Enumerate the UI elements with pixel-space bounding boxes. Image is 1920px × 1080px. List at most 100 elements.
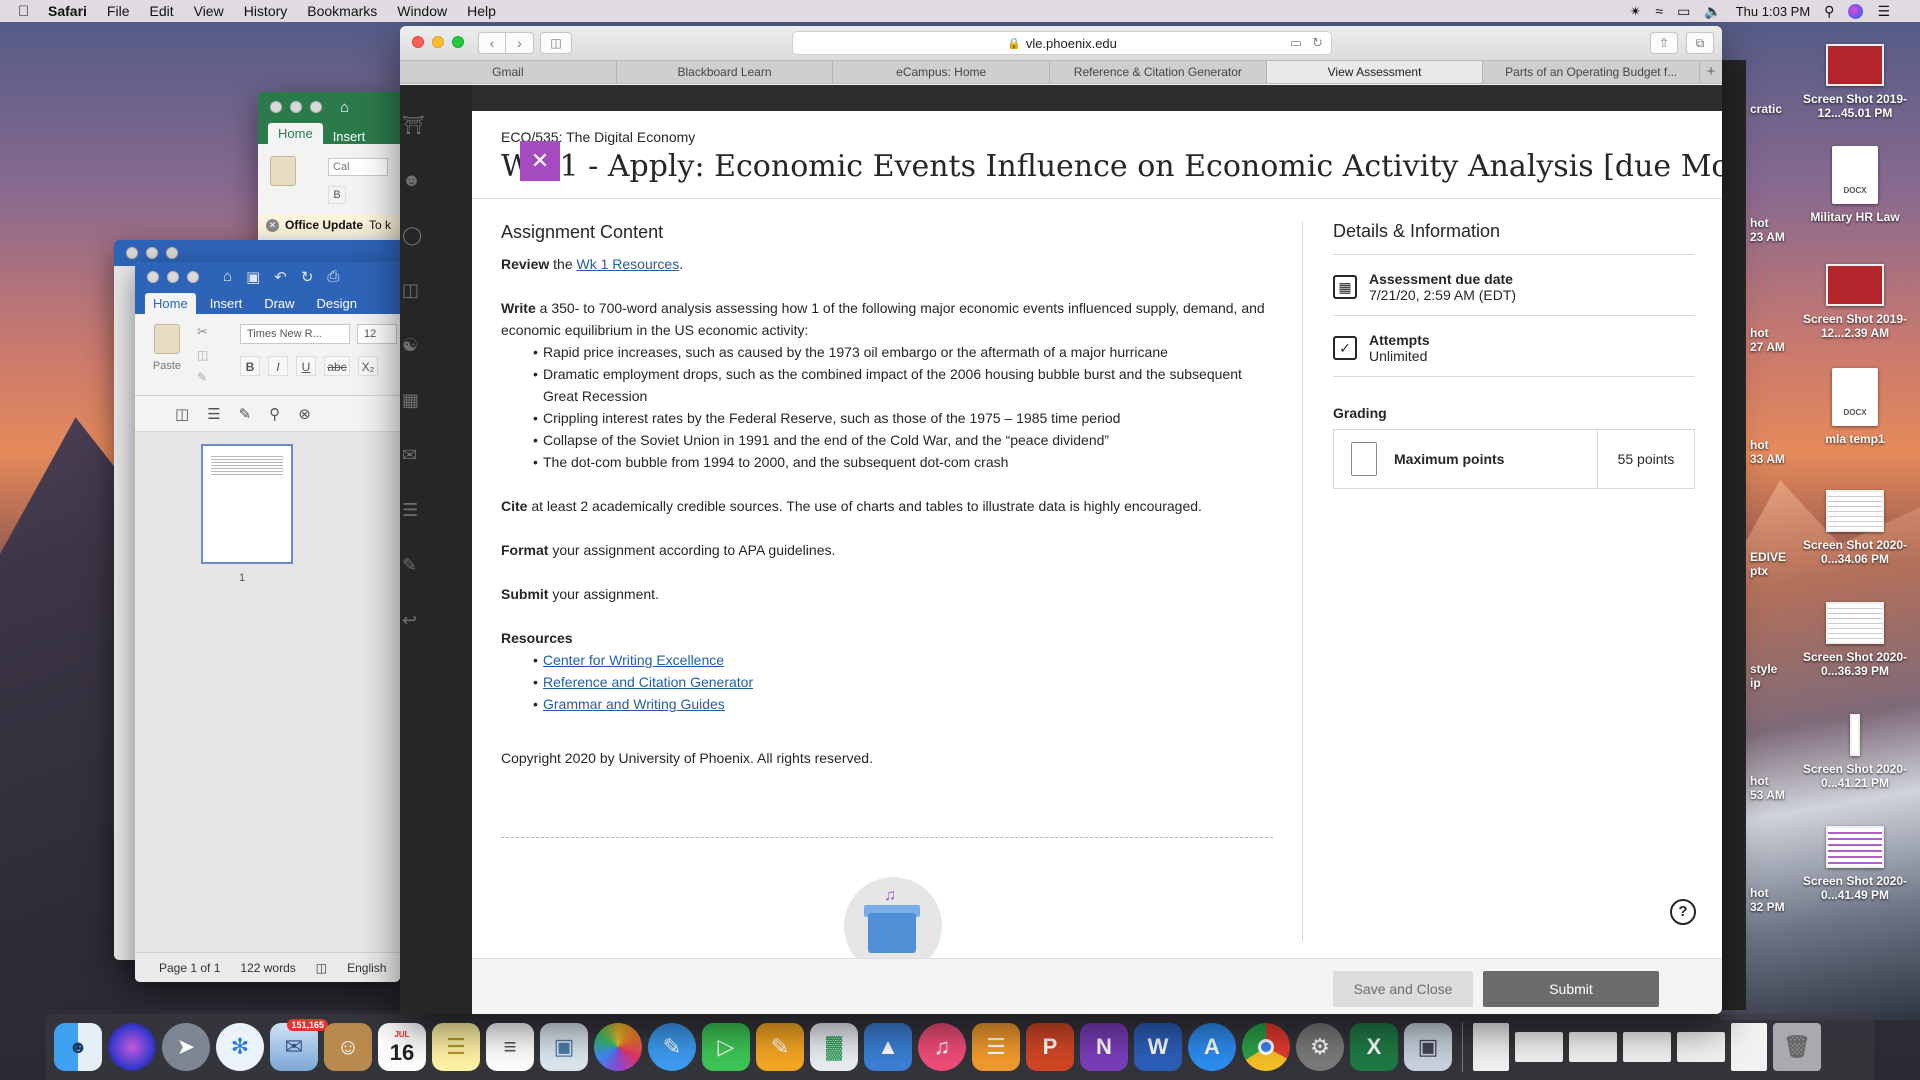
browser-tab[interactable]: Reference & Citation Generator <box>1050 61 1267 83</box>
save-and-close-button[interactable]: Save and Close <box>1333 971 1473 1007</box>
institution-icon[interactable]: ⛩ <box>402 115 425 136</box>
word-window-front[interactable]: ⌂ ▣ ↶ ↻ ⎙ Home Insert Draw Design Paste … <box>135 262 400 982</box>
airplay-icon[interactable]: ▭ <box>1677 3 1690 20</box>
finder-icon[interactable]: ☻ <box>54 1023 102 1071</box>
search-icon[interactable]: ⚲ <box>269 405 280 423</box>
menu-app-safari[interactable]: Safari <box>48 3 87 19</box>
browser-tab[interactable]: Blackboard Learn <box>617 61 834 83</box>
app-store-icon[interactable]: A <box>1188 1023 1236 1071</box>
profile-icon[interactable]: ☻ <box>402 170 425 191</box>
menu-help[interactable]: Help <box>467 3 496 19</box>
page-thumbnail[interactable] <box>201 444 293 564</box>
siri-icon[interactable] <box>1848 3 1864 19</box>
subscript-button[interactable]: X₂ <box>358 356 378 376</box>
close-update-icon[interactable]: ✕ <box>266 218 279 232</box>
copy-icon[interactable]: ◫ <box>197 348 208 362</box>
resource-link-writing-excellence[interactable]: Center for Writing Excellence <box>543 652 724 668</box>
wk1-resources-link[interactable]: Wk 1 Resources <box>577 256 680 272</box>
groups-icon[interactable]: ☯ <box>402 335 425 356</box>
tools-icon[interactable]: ✎ <box>402 555 425 576</box>
menu-file[interactable]: File <box>107 3 130 19</box>
keynote-icon[interactable]: ▲ <box>864 1023 912 1071</box>
tab-home[interactable]: Home <box>268 123 323 144</box>
system-preferences-icon[interactable]: ⚙ <box>1296 1023 1344 1071</box>
sign-out-icon[interactable]: ↩ <box>402 610 425 631</box>
notes-icon[interactable]: ☰ <box>432 1023 480 1071</box>
window-controls[interactable] <box>126 247 178 259</box>
launchpad-icon[interactable]: ➤ <box>162 1023 210 1071</box>
pages-icon[interactable]: ✎ <box>756 1023 804 1071</box>
downloads-stack-icon[interactable] <box>1731 1023 1767 1071</box>
desktop-file-partial[interactable]: hot 27 AM <box>1750 326 1785 354</box>
word-window-back[interactable]: ⌂ Home Insert Cal B ✕ Office Update To k <box>258 92 408 262</box>
desktop-file[interactable]: Screen Shot 2020-0...36.39 PM <box>1800 602 1910 678</box>
tab-draw[interactable]: Draw <box>256 293 302 314</box>
home-icon[interactable]: ⌂ <box>223 268 232 286</box>
language-label[interactable]: English <box>347 961 386 975</box>
forward-button[interactable]: › <box>506 32 534 54</box>
bold-button[interactable]: B <box>240 356 260 376</box>
resource-link-citation-generator[interactable]: Reference and Citation Generator <box>543 674 753 690</box>
browser-tab-active[interactable]: View Assessment <box>1266 61 1484 83</box>
paste-button[interactable]: Paste <box>147 324 187 382</box>
close-panel-button[interactable]: ✕ <box>520 141 560 181</box>
underline-button[interactable]: U <box>296 356 316 376</box>
resource-link-grammar-guides[interactable]: Grammar and Writing Guides <box>543 696 725 712</box>
courses-icon[interactable]: ◫ <box>402 280 425 301</box>
preview-icon[interactable]: ▣ <box>540 1023 588 1071</box>
window-controls[interactable] <box>147 271 199 283</box>
redo-icon[interactable]: ↻ <box>301 268 314 286</box>
save-icon[interactable]: ▣ <box>246 268 260 286</box>
calendar-icon[interactable]: JUL 16 <box>378 1023 426 1071</box>
chrome-icon[interactable] <box>1242 1023 1290 1071</box>
font-size-field[interactable]: 12 <box>357 324 397 344</box>
sidebar-toggle-button[interactable]: ◫ <box>540 32 572 54</box>
screenshot-stack-icon[interactable] <box>1623 1032 1671 1062</box>
excel-icon[interactable]: X <box>1350 1023 1398 1071</box>
word-count[interactable]: 122 words <box>240 961 295 975</box>
tab-design[interactable]: Design <box>309 293 365 314</box>
address-bar[interactable]: 🔒 vle.phoenix.edu ▭ ↻ <box>792 31 1332 55</box>
italic-button[interactable]: I <box>268 356 288 376</box>
desktop-file[interactable]: Screen Shot 2019-12...2.39 AM <box>1800 264 1910 340</box>
menu-window[interactable]: Window <box>397 3 447 19</box>
reload-icon[interactable]: ↻ <box>1312 35 1323 51</box>
desktop-file[interactable]: Screen Shot 2019-12...45.01 PM <box>1800 44 1910 120</box>
cut-icon[interactable]: ✂ <box>197 324 208 340</box>
screenshot-stack-icon[interactable] <box>1569 1032 1617 1062</box>
new-tab-button[interactable]: + <box>1700 61 1722 83</box>
powerpoint-icon[interactable]: P <box>1026 1023 1074 1071</box>
undo-icon[interactable]: ↶ <box>274 268 287 286</box>
font-name-field[interactable]: Cal <box>328 158 388 176</box>
screenshot-stack-icon[interactable] <box>1677 1032 1725 1062</box>
facetime-icon[interactable]: ▷ <box>702 1023 750 1071</box>
wifi-icon[interactable]: ≈ <box>1655 3 1663 19</box>
attempts-row[interactable]: ✓ Attempts Unlimited <box>1333 316 1695 377</box>
spotlight-search-icon[interactable]: ⚲ <box>1824 3 1834 20</box>
reminders-icon[interactable]: ≡ <box>486 1023 534 1071</box>
bluetooth-icon[interactable]: ✴ <box>1630 3 1642 20</box>
paste-icon[interactable] <box>270 156 296 186</box>
volume-icon[interactable]: 🔈 <box>1704 3 1721 20</box>
tab-insert[interactable]: Insert <box>202 293 251 314</box>
safari-icon[interactable]: ✻ <box>216 1023 264 1071</box>
due-date-row[interactable]: ▦ Assessment due date 7/21/20, 2:59 AM (… <box>1333 255 1695 316</box>
submit-button[interactable]: Submit <box>1483 971 1659 1007</box>
contacts-icon[interactable]: ☺ <box>324 1023 372 1071</box>
menu-view[interactable]: View <box>194 3 224 19</box>
font-name-field[interactable]: Times New R... <box>240 324 350 344</box>
show-tabs-button[interactable]: ⧉ <box>1686 32 1714 54</box>
calendar-icon[interactable]: ▦ <box>402 390 425 411</box>
thumbnails-icon[interactable]: ◫ <box>175 405 189 423</box>
mail-icon[interactable]: ✉ 151,165 <box>270 1019 328 1071</box>
desktop-file[interactable]: Screen Shot 2020-0...34.06 PM <box>1800 490 1910 566</box>
tab-home[interactable]: Home <box>145 293 196 314</box>
back-button[interactable]: ‹ <box>478 32 506 54</box>
ibooks-icon[interactable]: ☰ <box>972 1023 1020 1071</box>
messages-icon[interactable]: ✉ <box>402 445 425 466</box>
desktop-file-partial[interactable]: hot 32 PM <box>1750 886 1785 914</box>
numbers-icon[interactable]: ▓ <box>810 1023 858 1071</box>
proofing-icon[interactable]: ◫ <box>316 961 327 975</box>
browser-tab[interactable]: Gmail <box>400 61 617 83</box>
help-icon[interactable]: ? <box>1670 899 1696 925</box>
